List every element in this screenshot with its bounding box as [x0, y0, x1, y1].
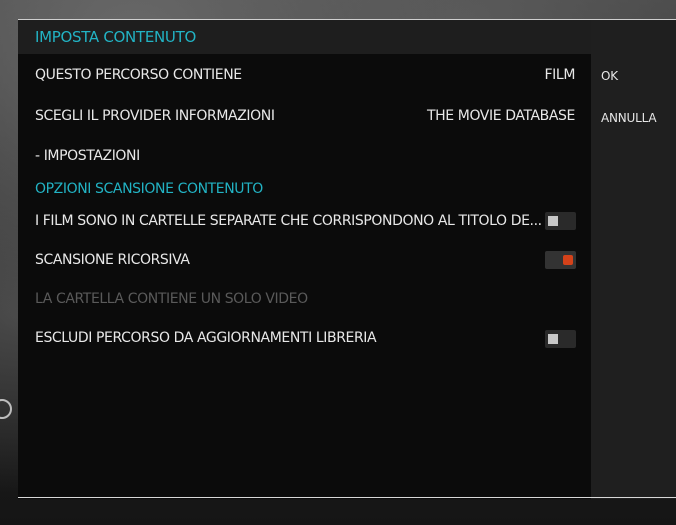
- recursive-scan-toggle[interactable]: [545, 251, 576, 269]
- scan-options-heading: OPZIONI SCANSIONE CONTENUTO: [35, 181, 263, 197]
- set-content-dialog: IMPOSTA CONTENUTO QUESTO PERCORSO CONTIE…: [18, 19, 676, 499]
- content-type-label[interactable]: QUESTO PERCORSO CONTIENE: [35, 67, 242, 83]
- separate-folders-label[interactable]: I FILM SONO IN CARTELLE SEPARATE CHE COR…: [35, 213, 542, 229]
- separate-folders-toggle[interactable]: [545, 212, 576, 230]
- cancel-button[interactable]: ANNULLA: [601, 111, 657, 125]
- exclude-path-label[interactable]: ESCLUDI PERCORSO DA AGGIORNAMENTI LIBRER…: [35, 330, 377, 346]
- recursive-scan-label[interactable]: SCANSIONE RICORSIVA: [35, 252, 190, 268]
- dialog-header: IMPOSTA CONTENUTO: [18, 20, 591, 54]
- dialog-title: IMPOSTA CONTENUTO: [35, 28, 196, 46]
- provider-value[interactable]: THE MOVIE DATABASE: [427, 108, 575, 124]
- content-type-value[interactable]: FILM: [545, 67, 576, 83]
- single-video-label: LA CARTELLA CONTIENE UN SOLO VIDEO: [35, 291, 308, 307]
- provider-label[interactable]: SCEGLI IL PROVIDER INFORMAZIONI: [35, 108, 275, 124]
- button-panel: OK ANNULLA: [591, 20, 676, 499]
- ok-button[interactable]: OK: [601, 69, 618, 83]
- toggle-knob: [563, 255, 573, 265]
- exclude-path-toggle[interactable]: [545, 330, 576, 348]
- dialog-bottom-divider: [18, 497, 676, 498]
- settings-item[interactable]: - IMPOSTAZIONI: [35, 148, 140, 164]
- toggle-knob: [548, 334, 558, 344]
- toggle-knob: [548, 216, 558, 226]
